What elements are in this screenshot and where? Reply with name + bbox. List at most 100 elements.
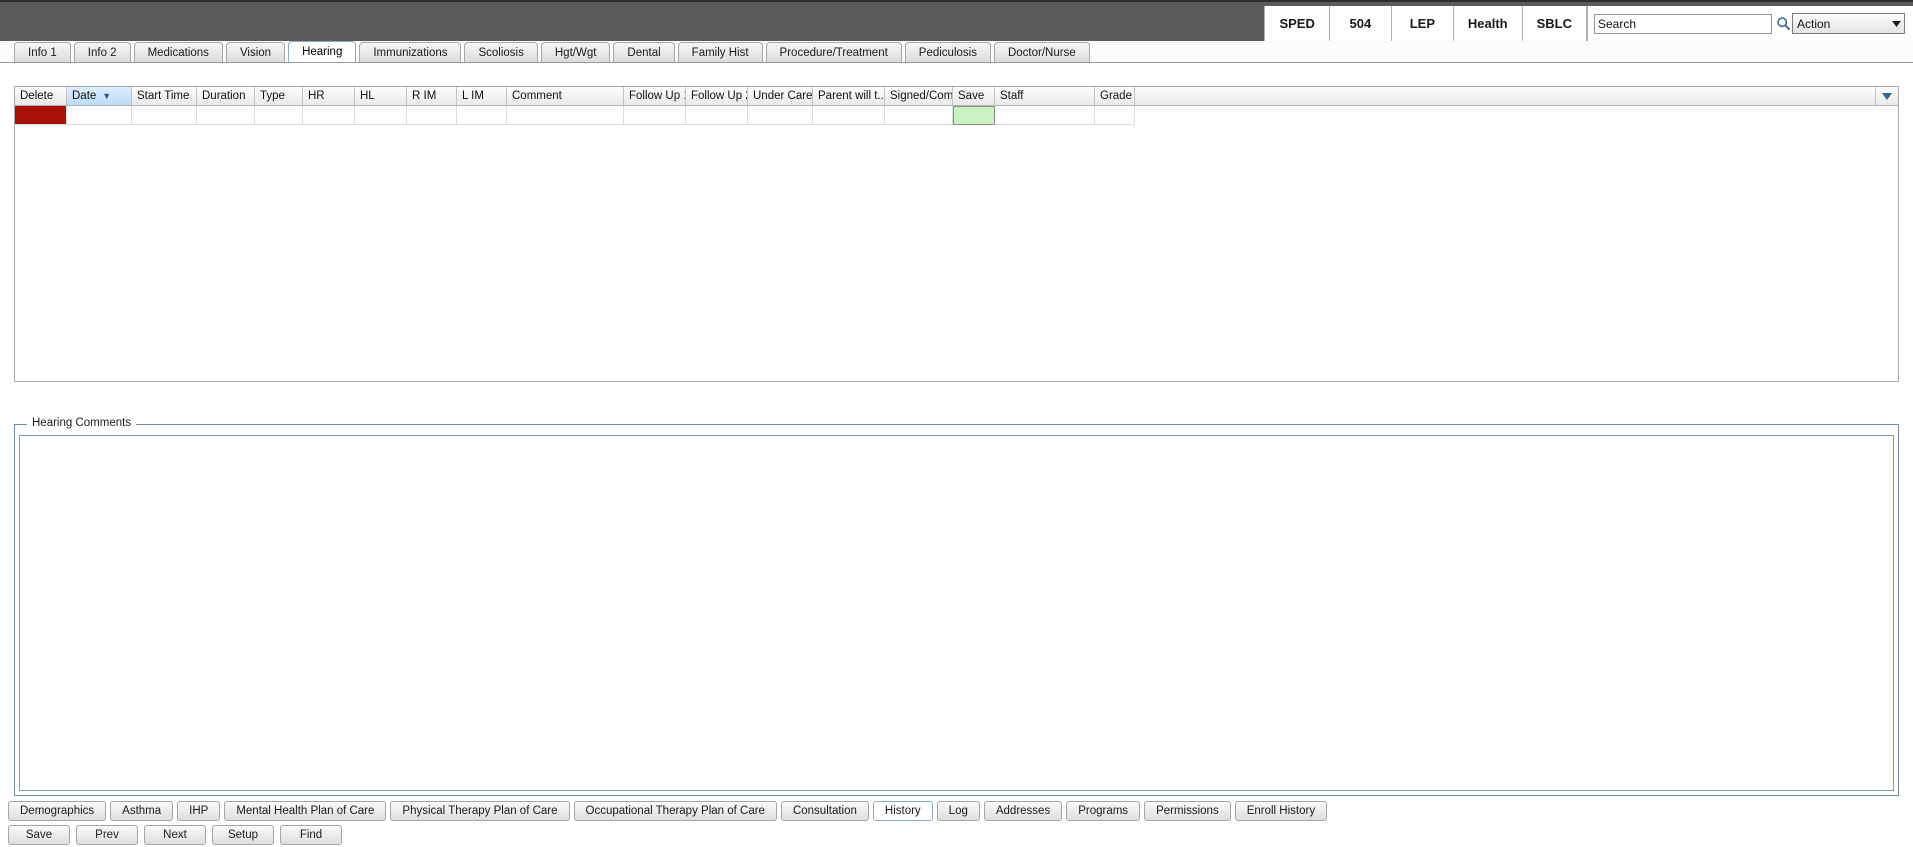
grid-cell-duration[interactable]	[197, 106, 255, 125]
bottom-tab-asthma[interactable]: Asthma	[110, 801, 174, 821]
tab-info-1[interactable]: Info 1	[14, 42, 71, 62]
grid-cell-parent-will-t[interactable]	[813, 106, 885, 125]
top-header-bar: SPED504LEPHealthSBLC Action	[0, 0, 1913, 41]
grid-column-label: Duration	[202, 90, 246, 102]
grid-body	[15, 106, 1898, 125]
grid-column-header-follow-up-2[interactable]: Follow Up 2	[686, 87, 748, 105]
tab-doctor-nurse[interactable]: Doctor/Nurse	[993, 42, 1090, 62]
grid-column-label: Signed/Com...	[890, 90, 953, 102]
grid-cell-staff[interactable]	[995, 106, 1095, 125]
grid-column-header-start-time[interactable]: Start Time	[132, 87, 197, 105]
action-dropdown[interactable]: Action	[1792, 13, 1905, 34]
hearing-comments-textarea[interactable]	[19, 435, 1894, 791]
bottom-tab-programs[interactable]: Programs	[1066, 801, 1141, 821]
health-tab-strip: Info 1 Info 2 Medications Vision Hearing Immu…	[0, 41, 1913, 63]
grid-column-label: Date	[72, 90, 97, 102]
grid-column-header-grade[interactable]: Grade	[1095, 87, 1135, 105]
grid-column-header-delete[interactable]: Delete	[15, 87, 67, 105]
grid-cell-hl[interactable]	[355, 106, 407, 125]
grid-column-label: Under Care	[753, 90, 813, 102]
sort-descending-icon: ▼	[102, 90, 112, 101]
grid-header-row: Delete Date ▼ Start Time Duration Type HR HL R I…	[15, 87, 1898, 106]
grid-column-header-r-im[interactable]: R IM	[407, 87, 457, 105]
search-input[interactable]	[1594, 13, 1772, 34]
grid-column-header-hr[interactable]: HR	[303, 87, 355, 105]
grid-column-header-hl[interactable]: HL	[355, 87, 407, 105]
hearing-comments-fieldset: Hearing Comments	[14, 417, 1899, 796]
bottom-tab-history[interactable]: History	[872, 801, 933, 821]
hearing-records-grid: Delete Date ▼ Start Time Duration Type HR HL R I…	[14, 86, 1899, 382]
tab-info-2[interactable]: Info 2	[73, 42, 131, 62]
tab-immunizations[interactable]: Immunizations	[359, 42, 462, 62]
save-button[interactable]: Save	[8, 825, 70, 845]
bottom-tab-addresses[interactable]: Addresses	[983, 801, 1063, 821]
grid-cell-save[interactable]	[953, 106, 995, 125]
grid-column-header-type[interactable]: Type	[255, 87, 303, 105]
grid-cell-l-im[interactable]	[457, 106, 507, 125]
bottom-tab-consultation[interactable]: Consultation	[780, 801, 869, 821]
tab-family-hist[interactable]: Family Hist	[677, 42, 763, 62]
grid-cell-comment[interactable]	[507, 106, 624, 125]
grid-column-header-under-care[interactable]: Under Care	[748, 87, 813, 105]
bottom-tab-occupational-therapy-plan-of-care[interactable]: Occupational Therapy Plan of Care	[573, 801, 777, 821]
magnifier-icon[interactable]	[1774, 14, 1792, 34]
tab-dental[interactable]: Dental	[613, 42, 675, 62]
tab-pediculosis[interactable]: Pediculosis	[904, 42, 991, 62]
grid-column-label: Delete	[20, 90, 54, 102]
next-button[interactable]: Next	[144, 825, 206, 845]
module-tab-sped[interactable]: SPED	[1264, 6, 1330, 41]
grid-cell-follow-up-1[interactable]	[624, 106, 686, 125]
grid-cell-hr[interactable]	[303, 106, 355, 125]
module-tab-lep[interactable]: LEP	[1391, 6, 1454, 41]
grid-column-header-parent-will-t[interactable]: Parent will t...	[813, 87, 885, 105]
tab-vision[interactable]: Vision	[225, 42, 286, 62]
grid-column-header-date[interactable]: Date ▼	[67, 87, 132, 105]
tab-hgt-wgt[interactable]: Hgt/Wgt	[540, 42, 611, 62]
module-tab-504[interactable]: 504	[1329, 6, 1392, 41]
module-tab-sblc[interactable]: SBLC	[1522, 6, 1587, 41]
grid-cell-date[interactable]	[67, 106, 132, 125]
bottom-tab-log[interactable]: Log	[936, 801, 980, 821]
bottom-tab-enroll-history[interactable]: Enroll History	[1234, 801, 1328, 821]
grid-column-header-staff[interactable]: Staff	[995, 87, 1095, 105]
health-history-hearing-screen: SPED504LEPHealthSBLC Action Info 1Info 2…	[0, 0, 1913, 847]
grid-column-header-l-im[interactable]: L IM	[457, 87, 507, 105]
bottom-tab-physical-therapy-plan-of-care[interactable]: Physical Therapy Plan of Care	[390, 801, 570, 821]
grid-column-header-comment[interactable]: Comment	[507, 87, 624, 105]
bottom-tab-ihp[interactable]: IHP	[177, 801, 221, 821]
bottom-tab-permissions[interactable]: Permissions	[1144, 801, 1231, 821]
setup-button[interactable]: Setup	[212, 825, 274, 845]
action-dropdown-label: Action	[1797, 16, 1831, 31]
grid-column-menu-icon[interactable]	[1875, 87, 1898, 105]
grid-column-header-follow-up-1[interactable]: Follow Up 1	[624, 87, 686, 105]
grid-column-label: HR	[308, 90, 325, 102]
grid-column-label: R IM	[412, 90, 437, 102]
grid-column-label: Comment	[512, 90, 562, 102]
grid-cell-delete[interactable]	[15, 106, 67, 125]
grid-cell-follow-up-2[interactable]	[686, 106, 748, 125]
grid-column-header-signed-com[interactable]: Signed/Com...	[885, 87, 953, 105]
module-tab-health[interactable]: Health	[1453, 6, 1523, 41]
grid-cell-type[interactable]	[255, 106, 303, 125]
grid-cell-under-care[interactable]	[748, 106, 813, 125]
grid-column-label: Staff	[1000, 90, 1024, 102]
table-row[interactable]	[15, 106, 1898, 125]
find-button[interactable]: Find	[280, 825, 342, 845]
tab-scoliosis[interactable]: Scoliosis	[464, 42, 538, 62]
grid-column-label: Follow Up 2	[691, 90, 748, 102]
prev-button[interactable]: Prev	[76, 825, 138, 845]
bottom-tab-demographics[interactable]: Demographics	[8, 801, 107, 821]
grid-column-header-save[interactable]: Save	[953, 87, 995, 105]
grid-column-label: Follow Up 1	[629, 90, 686, 102]
bottom-tab-mental-health-plan-of-care[interactable]: Mental Health Plan of Care	[224, 801, 387, 821]
tab-hearing[interactable]: Hearing	[288, 41, 357, 62]
grid-cell-signed-com[interactable]	[885, 106, 953, 125]
chevron-down-icon	[1888, 20, 1904, 27]
grid-column-label: Start Time	[137, 90, 190, 102]
tab-procedure-treatment[interactable]: Procedure/Treatment	[765, 42, 902, 62]
grid-cell-grade[interactable]	[1095, 106, 1135, 125]
grid-column-header-duration[interactable]: Duration	[197, 87, 255, 105]
grid-cell-start-time[interactable]	[132, 106, 197, 125]
tab-medications[interactable]: Medications	[133, 42, 223, 62]
grid-cell-r-im[interactable]	[407, 106, 457, 125]
